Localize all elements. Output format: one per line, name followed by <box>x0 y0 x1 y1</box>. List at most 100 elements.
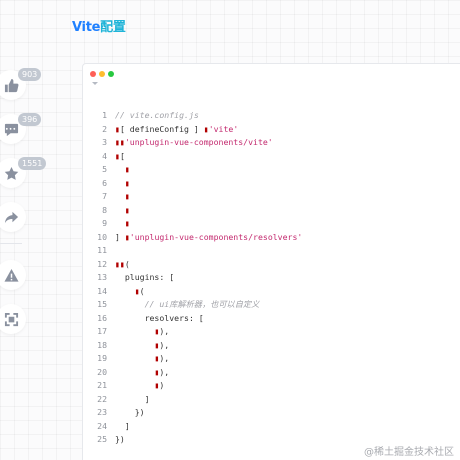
green-window-dot-icon <box>108 71 114 77</box>
star-icon <box>4 166 18 180</box>
watermark: @稀土掘金技术社区 <box>364 447 454 458</box>
line-number: 24 <box>97 420 107 431</box>
line-number: 6 <box>102 177 107 188</box>
code-line: 3 ▮▮'unplugin-vue-components/vite' <box>83 136 460 150</box>
code-line: 2 ▮[ defineConfig ] ▮'vite' <box>83 123 460 137</box>
code-text: [ <box>119 150 125 161</box>
comment-icon <box>4 123 18 136</box>
line-number: 9 <box>102 218 107 228</box>
section-heading: Vite配置 <box>72 16 126 35</box>
line-number: 15 <box>97 299 107 309</box>
line-number: 7 <box>102 191 107 201</box>
line-source: plugins: [ <box>107 271 174 285</box>
line-number: 19 <box>97 353 107 363</box>
report-button[interactable] <box>0 260 26 290</box>
code-line: 4 ▮[ <box>83 150 460 164</box>
red-window-dot-icon <box>90 71 96 77</box>
code-text: }) <box>115 407 145 417</box>
code-line: 14 ▮( <box>83 285 460 299</box>
line-number: 22 <box>97 393 107 404</box>
code-line: 21 ▮) <box>83 379 460 393</box>
line-source: ▮ <box>107 217 130 231</box>
line-number: 23 <box>97 407 107 417</box>
line-source: resolvers: [ <box>107 312 204 326</box>
thumbs-up-icon <box>4 78 18 92</box>
code-text: plugins: [ <box>115 272 175 282</box>
line-source: ▮ <box>107 177 130 191</box>
share-icon <box>4 211 18 223</box>
code-text: ] <box>115 393 150 404</box>
line-source: // ui库解析器，也可以自定义 <box>107 298 260 312</box>
code-block-titlebar <box>83 64 460 90</box>
code-text: ] <box>115 420 130 431</box>
line-source: ▮), <box>107 366 169 380</box>
code-text: ), <box>159 366 170 377</box>
warning-icon <box>3 268 19 282</box>
line-number: 14 <box>97 285 107 296</box>
line-number: 20 <box>97 366 107 377</box>
line-source: ▮▮( <box>107 258 130 272</box>
code-text: ), <box>159 353 170 363</box>
redaction-mark: ▮ <box>124 204 130 215</box>
yellow-window-dot-icon <box>99 71 105 77</box>
redaction-mark: ▮ <box>124 191 130 201</box>
line-source: ▮( <box>107 285 145 299</box>
code-line: 18 ▮), <box>83 339 460 353</box>
line-number: 11 <box>97 245 107 255</box>
collect-count-badge: 1551 <box>18 157 47 170</box>
code-line: 20 ▮), <box>83 366 460 380</box>
code-line: 15 // ui库解析器，也可以自定义 <box>83 298 460 312</box>
line-number: 21 <box>97 380 107 390</box>
code-block: 1// vite.config.js 2 ▮[ defineConfig ] ▮'v… <box>82 63 460 460</box>
line-source: ] <box>107 420 130 434</box>
line-number: 17 <box>97 326 107 336</box>
code-line: 22 ] <box>83 393 460 407</box>
heading-prefix: Vite <box>72 20 101 35</box>
share-button[interactable] <box>0 202 26 232</box>
code-string: 'unplugin-vue-components/vite' <box>124 137 273 147</box>
code-line: 5 ▮ <box>83 163 460 177</box>
redaction-mark: ▮ <box>124 218 130 228</box>
code-text: [ defineConfig ] <box>119 123 204 134</box>
code-line: 12 ▮▮( <box>83 258 460 272</box>
code-text: }) <box>115 434 125 444</box>
article-action-sidebar: 903 396 1551 <box>0 0 47 460</box>
line-source: ▮ <box>107 190 130 204</box>
line-number: 18 <box>97 339 107 350</box>
line-source: ] ▮'unplugin-vue-components/resolvers' <box>107 231 302 245</box>
line-source: ▮), <box>107 339 169 353</box>
line-number: 12 <box>97 258 107 269</box>
line-number: 5 <box>102 164 107 174</box>
line-source: ] <box>107 393 150 407</box>
line-source: }) <box>107 406 145 420</box>
line-source: ▮▮'unplugin-vue-components/vite' <box>107 136 273 150</box>
collapse-chevron-icon[interactable] <box>92 82 98 85</box>
redaction-mark: ▮▮ <box>115 137 125 147</box>
line-number: 1 <box>102 110 107 120</box>
line-number: 25 <box>97 434 107 444</box>
line-source <box>107 244 115 258</box>
line-number: 3 <box>102 137 107 147</box>
code-line: 16 resolvers: [ <box>83 312 460 326</box>
code-string: 'unplugin-vue-components/resolvers' <box>129 231 303 242</box>
line-source: ▮), <box>107 352 169 366</box>
line-source: ▮ <box>107 204 130 218</box>
line-source: ▮), <box>107 325 169 339</box>
line-number: 8 <box>102 204 107 215</box>
code-line: 19 ▮), <box>83 352 460 366</box>
code-text: ), <box>159 339 170 350</box>
code-line: 23 }) <box>83 406 460 420</box>
comment-count-badge: 396 <box>18 113 42 126</box>
code-line: 11 <box>83 244 460 258</box>
focus-mode-button[interactable] <box>0 304 26 334</box>
line-source: ▮[ defineConfig ] ▮'vite' <box>107 123 238 137</box>
code-line: 7 ▮ <box>83 190 460 204</box>
line-number: 16 <box>97 312 107 323</box>
